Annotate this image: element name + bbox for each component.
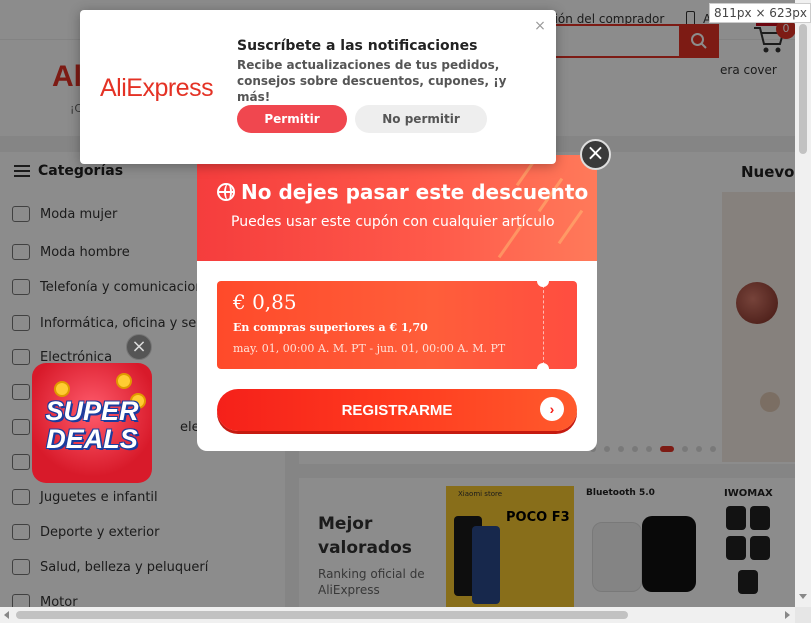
vertical-scrollbar[interactable] [795,0,811,607]
coupon-close-button[interactable]: × [580,139,611,170]
scroll-down-icon[interactable] [799,594,807,599]
globe-icon [217,183,235,201]
coupon-subtitle: Puedes usar este cupón con cualquier art… [231,214,555,230]
coupon-min-purchase: En compras superiores a € 1,70 [233,321,428,334]
super-deals-close-button[interactable]: × [126,334,152,360]
coupon-title: No dejes pasar este descuento [217,180,588,204]
decorative-stripe [557,209,584,245]
scrollbar-corner [795,607,811,623]
chevron-right-icon: › [540,397,564,421]
notification-title: Suscríbete a las notificaciones [237,38,478,54]
coupon-modal: No dejes pasar este descuento Puedes usa… [197,155,597,451]
coupon-amount: € 0,85 [233,290,297,314]
ticket-notch [537,281,549,287]
scrollbar-thumb[interactable] [16,611,628,619]
close-icon[interactable]: × [533,19,547,33]
viewport-size-tag: 811px × 623px [709,3,811,23]
coin-icon [116,373,132,389]
coin-icon [54,381,70,397]
super-deals-widget[interactable]: SUPER DEALS [32,363,152,483]
notification-body: Recibe actualizaciones de tus pedidos, c… [237,58,507,104]
coupon-validity: may. 01, 00:00 A. M. PT - jun. 01, 00:00… [233,342,506,355]
allow-notifications-button[interactable]: Permitir [237,105,347,133]
coupon-title-text: No dejes pasar este descuento [241,180,589,204]
ticket-perforation [543,285,544,365]
register-button-label: REGISTRARME [341,401,453,419]
super-deals-label: SUPER DEALS [45,396,139,454]
ticket-notch [537,363,549,369]
notification-popup: AliExpress Suscríbete a las notificacion… [80,10,556,164]
aliexpress-logo: AliExpress [100,74,214,102]
register-button[interactable]: REGISTRARME › [217,389,577,431]
horizontal-scrollbar[interactable] [0,607,795,623]
deny-notifications-button[interactable]: No permitir [355,105,487,133]
scrollbar-thumb[interactable] [799,24,807,154]
scroll-left-icon[interactable] [4,611,9,619]
coupon-header: No dejes pasar este descuento Puedes usa… [197,155,597,261]
scroll-right-icon[interactable] [785,611,790,619]
coupon-ticket: € 0,85 En compras superiores a € 1,70 ma… [217,281,577,369]
